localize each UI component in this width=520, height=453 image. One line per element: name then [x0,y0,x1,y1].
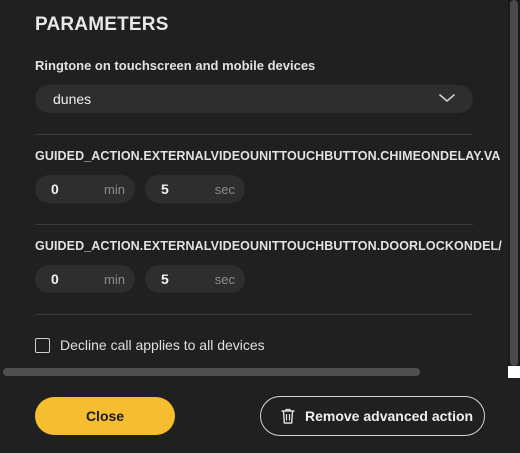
divider [35,224,473,225]
doorlock-delay-seconds-input[interactable]: 5 sec [145,265,245,293]
horizontal-scrollbar[interactable] [3,368,420,376]
doorlock-delay-minutes-value: 0 [51,271,59,287]
chime-delay-seconds-value: 5 [161,181,169,197]
trash-icon [281,408,295,424]
chime-delay-label: GUIDED_ACTION.EXTERNALVIDEOUNITTOUCHBUTT… [35,149,501,163]
chime-delay-minutes-input[interactable]: 0 min [35,175,135,203]
doorlock-delay-label: GUIDED_ACTION.EXTERNALVIDEOUNITTOUCHBUTT… [35,239,502,253]
chime-delay-seconds-input[interactable]: 5 sec [145,175,245,203]
page-title: PARAMETERS [35,14,169,35]
divider [35,134,473,135]
seconds-unit: sec [214,272,235,287]
divider [35,314,473,315]
ringtone-select[interactable]: dunes [35,85,473,113]
chime-delay-minutes-value: 0 [51,181,59,197]
decline-all-label[interactable]: Decline call applies to all devices [60,337,265,353]
parameters-scroll-area: PARAMETERS Ringtone on touchscreen and m… [0,0,508,378]
ringtone-label: Ringtone on touchscreen and mobile devic… [35,58,316,73]
parameters-dialog: PARAMETERS Ringtone on touchscreen and m… [0,0,520,453]
remove-advanced-action-label: Remove advanced action [305,408,474,424]
scrollbar-corner [508,366,520,378]
seconds-unit: sec [214,182,235,197]
chevron-down-icon [439,94,455,102]
doorlock-delay-minutes-input[interactable]: 0 min [35,265,135,293]
vertical-scrollbar[interactable] [510,0,518,366]
ringtone-selected-value: dunes [53,91,92,107]
minutes-unit: min [104,272,125,287]
decline-all-checkbox[interactable] [35,338,50,353]
remove-advanced-action-button[interactable]: Remove advanced action [260,396,485,436]
doorlock-delay-seconds-value: 5 [161,271,169,287]
minutes-unit: min [104,182,125,197]
close-button[interactable]: Close [35,397,175,435]
